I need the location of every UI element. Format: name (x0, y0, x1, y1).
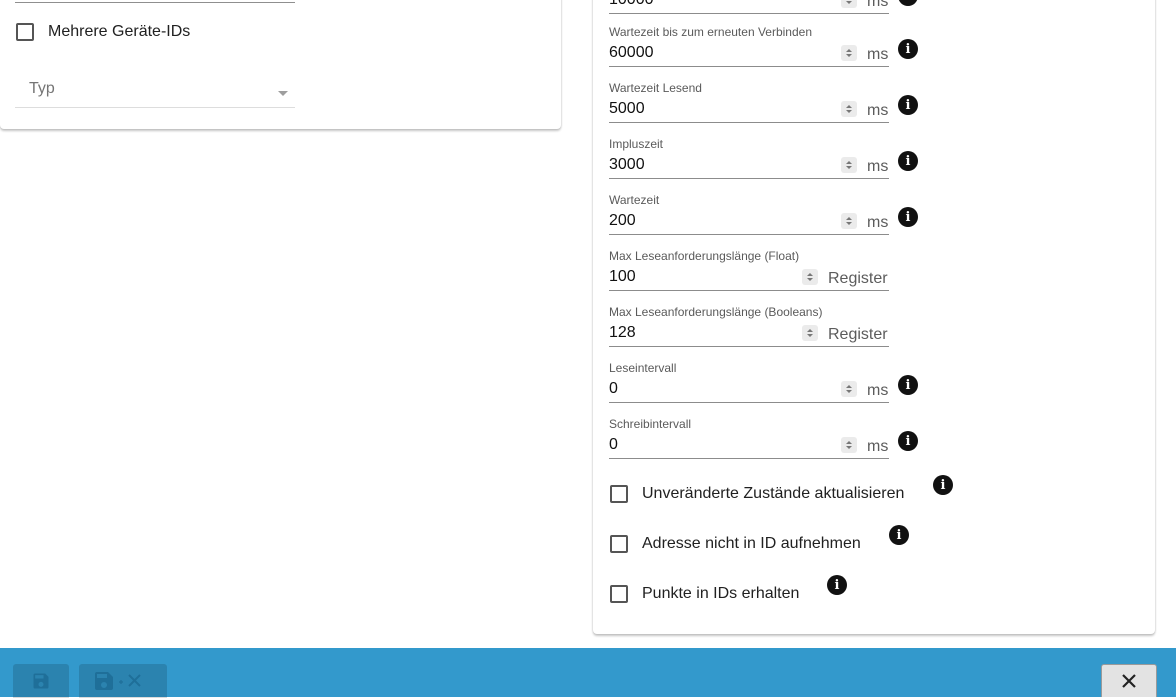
info-icon[interactable]: i (898, 95, 918, 115)
number-spinner-icon[interactable] (841, 157, 857, 173)
max-read-length-booleans-input[interactable]: 128 Register (609, 319, 889, 347)
save-and-close-icon (95, 672, 141, 690)
dropdown-arrow-icon (278, 91, 288, 96)
number-spinner-icon[interactable] (802, 325, 818, 341)
checkbox-box[interactable] (610, 485, 628, 503)
close-icon (1122, 674, 1136, 688)
input-unit: ms (867, 382, 889, 399)
type-select[interactable]: Typ (15, 78, 295, 108)
number-spinner-icon[interactable] (841, 101, 857, 117)
info-icon[interactable]: i (898, 375, 918, 395)
field-label: Impluszeit (609, 137, 664, 151)
field-label: Leseintervall (609, 361, 677, 375)
input-value: 0 (609, 436, 618, 453)
number-spinner-icon[interactable] (841, 381, 857, 397)
info-icon[interactable]: i (898, 207, 918, 227)
left-settings-card (0, 0, 561, 129)
number-spinner-icon[interactable] (841, 213, 857, 229)
input-unit: Register (828, 270, 888, 287)
info-icon[interactable]: i (898, 151, 918, 171)
number-spinner-icon[interactable] (802, 269, 818, 285)
info-icon[interactable]: i (827, 575, 847, 595)
read-timeout-input[interactable]: 5000 ms (609, 95, 889, 123)
save-and-close-button[interactable] (79, 664, 167, 698)
input-value: 128 (609, 324, 636, 341)
input-value: 100 (609, 268, 636, 285)
pulse-time-input[interactable]: 3000 ms (609, 151, 889, 179)
checkbox-label: Unveränderte Zustände aktualisieren (642, 485, 905, 502)
input-unit: ms (867, 46, 889, 63)
field-label: Wartezeit (609, 193, 660, 207)
field-label: Wartezeit Lesend (609, 81, 702, 95)
bottom-toolbar (0, 648, 1176, 697)
checkbox-box[interactable] (610, 585, 628, 603)
info-icon[interactable]: i (889, 525, 909, 545)
input-value: 60000 (609, 44, 654, 61)
number-spinner-icon[interactable] (841, 45, 857, 61)
write-interval-input[interactable]: 0 ms (609, 431, 889, 459)
field-label: Wartezeit bis zum erneuten Verbinden (609, 25, 812, 39)
input-unit: ms (867, 102, 889, 119)
input-unit: ms (867, 214, 889, 231)
partial-number-input[interactable]: 10000 ms (609, 0, 889, 14)
read-interval-input[interactable]: 0 ms (609, 375, 889, 403)
input-value: 0 (609, 380, 618, 397)
input-unit: ms (867, 438, 889, 455)
field-label: Max Leseanforderungslänge (Booleans) (609, 305, 823, 319)
field-label: Schreibintervall (609, 417, 692, 431)
partial-field-underline (15, 2, 295, 3)
checkbox-box[interactable] (610, 535, 628, 553)
update-unchanged-states-checkbox[interactable]: Unveränderte Zustände aktualisieren (610, 485, 904, 503)
checkbox-label: Punkte in IDs erhalten (642, 585, 800, 602)
exclude-address-from-id-checkbox[interactable]: Adresse nicht in ID aufnehmen (610, 535, 861, 553)
save-icon (33, 673, 49, 689)
input-value: 5000 (609, 100, 645, 117)
input-unit: ms (867, 158, 889, 175)
input-value: 3000 (609, 156, 645, 173)
number-spinner-icon[interactable] (841, 0, 857, 8)
wait-time-input[interactable]: 200 ms (609, 207, 889, 235)
checkbox-box[interactable] (16, 23, 34, 41)
max-read-length-float-input[interactable]: 100 Register (609, 263, 889, 291)
multiple-device-ids-label: Mehrere Geräte-IDs (48, 23, 191, 40)
multiple-device-ids-checkbox[interactable]: Mehrere Geräte-IDs (16, 23, 190, 41)
info-icon[interactable]: i (933, 475, 953, 495)
number-spinner-icon[interactable] (841, 437, 857, 453)
info-icon[interactable]: i (898, 431, 918, 451)
reconnect-timeout-input[interactable]: 60000 ms (609, 39, 889, 67)
info-icon[interactable]: i (898, 39, 918, 59)
save-button[interactable] (13, 664, 69, 698)
input-unit: Register (828, 326, 888, 343)
input-value: 200 (609, 212, 636, 229)
close-button[interactable] (1101, 664, 1157, 697)
type-select-placeholder: Typ (29, 80, 55, 97)
keep-dots-in-ids-checkbox[interactable]: Punkte in IDs erhalten (610, 585, 799, 603)
field-label: Max Leseanforderungslänge (Float) (609, 249, 800, 263)
partial-input-unit: ms (867, 0, 889, 10)
partial-input-value: 10000 (609, 0, 654, 9)
checkbox-label: Adresse nicht in ID aufnehmen (642, 535, 861, 552)
